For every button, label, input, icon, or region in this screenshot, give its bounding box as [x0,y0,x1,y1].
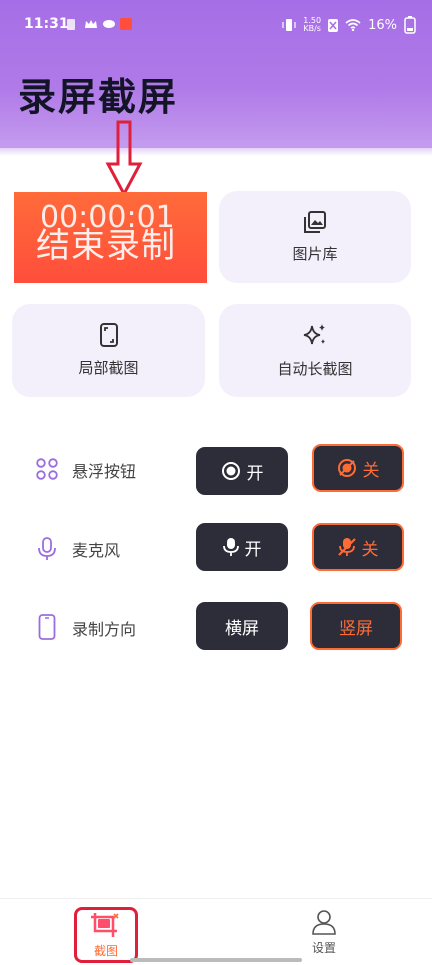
gallery-icon [304,210,326,233]
status-time: 11:31 [24,16,69,32]
stop-recording-button[interactable]: 00:00:01 结束录制 [14,192,207,283]
float-on-label: 开 [246,463,264,484]
notification-icon [120,18,132,30]
stop-recording-label: 结束录制 [36,226,176,266]
partial-screenshot-card[interactable]: 局部截图 [12,304,205,397]
sparkle-icon [303,324,325,345]
tab-screenshot-label: 截图 [93,943,118,958]
float-off-button[interactable]: 关 [312,444,404,492]
status-bar: 11:31 1.50 KB/s 16% [0,0,432,50]
record-dot-icon [221,462,240,480]
float-button-label: 悬浮按钮 [72,462,137,481]
gallery-label: 图片库 [292,244,338,263]
portrait-button[interactable]: 竖屏 [310,602,402,650]
app-badge-icon [102,18,115,30]
down-arrow-icon [105,120,143,196]
mic-on-button[interactable]: 开 [196,523,288,571]
landscape-label: 横屏 [225,618,259,639]
bottom-tab-bar: 截图 设置 [0,898,432,965]
net-speed: 1.50 KB/s [303,16,322,33]
microphone-row: 麦克风 开 关 [0,523,432,577]
microphone-icon [38,537,56,560]
tab-settings[interactable]: 设置 [300,909,348,956]
long-screenshot-card[interactable]: 自动长截图 [219,304,411,397]
partial-screenshot-label: 局部截图 [78,359,139,377]
sim-icon [66,18,78,30]
no-sim-icon [328,18,339,32]
screenshot-crop-icon [91,912,119,937]
record-off-icon [337,459,356,477]
mic-off-icon [337,538,356,556]
phone-crop-icon [99,323,118,347]
status-right: 1.50 KB/s 16% [282,16,416,34]
mic-on-icon [222,538,239,556]
float-off-label: 关 [362,460,380,481]
portrait-label: 竖屏 [339,618,373,639]
vibrate-icon [282,19,296,31]
mic-on-label: 开 [244,539,262,560]
tab-screenshot[interactable]: 截图 [74,907,138,963]
mic-off-label: 关 [361,539,379,560]
person-icon [312,910,336,935]
phone-icon [38,614,56,640]
float-button-row: 悬浮按钮 开 关 [0,444,432,498]
page-title: 录屏截屏 [18,75,179,119]
long-screenshot-label: 自动长截图 [277,360,353,378]
orientation-row: 录制方向 横屏 竖屏 [0,602,432,656]
wifi-icon [345,19,361,31]
tab-settings-label: 设置 [311,941,336,955]
home-indicator[interactable] [130,958,302,962]
crown-icon [84,18,97,30]
mic-off-button[interactable]: 关 [312,523,404,571]
landscape-button[interactable]: 横屏 [196,602,288,650]
float-on-button[interactable]: 开 [196,447,288,495]
gallery-card[interactable]: 图片库 [219,191,411,283]
grid-icon [36,458,58,480]
orientation-label: 录制方向 [72,620,137,639]
microphone-label: 麦克风 [72,541,121,560]
battery-percent: 16% [368,17,397,33]
battery-icon [404,16,416,34]
